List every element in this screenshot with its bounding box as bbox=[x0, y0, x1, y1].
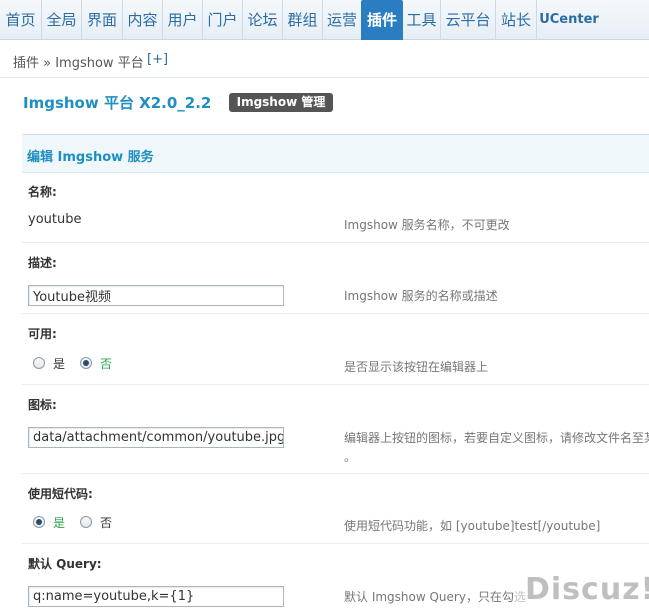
nav-groups[interactable]: 群组 bbox=[283, 0, 323, 40]
nav-cloud[interactable]: 云平台 bbox=[441, 0, 496, 40]
nav-global[interactable]: 全局 bbox=[42, 0, 82, 40]
nav-tools[interactable]: 工具 bbox=[403, 0, 441, 40]
divider bbox=[22, 242, 649, 243]
nav-webmaster[interactable]: 站长 bbox=[496, 0, 537, 40]
shortcode-no-radio[interactable] bbox=[80, 516, 92, 528]
enabled-no-radio[interactable] bbox=[80, 357, 92, 369]
shortcode-desc: 使用短代码功能，如 [youtube]test[/youtube] bbox=[344, 519, 601, 533]
divider bbox=[22, 473, 649, 474]
shortcode-yes-label[interactable]: 是 bbox=[53, 514, 65, 531]
description-desc: Imgshow 服务的名称或描述 bbox=[344, 289, 498, 303]
icon-desc: 编辑器上按钮的图标，若要自定义图标，请修改文件名至某 bbox=[344, 431, 649, 445]
add-shortcut-link[interactable]: [+] bbox=[147, 52, 168, 67]
icon-label: 图标: bbox=[28, 398, 57, 412]
page-title: Imgshow 平台 X2.0_2.2 bbox=[23, 94, 212, 112]
enabled-yes-label[interactable]: 是 bbox=[53, 355, 65, 372]
nav-users[interactable]: 用户 bbox=[163, 0, 203, 40]
shortcode-yes-radio[interactable] bbox=[33, 516, 45, 528]
panel-header: 编辑 Imgshow 服务 bbox=[22, 135, 649, 173]
name-desc: Imgshow 服务名称，不可更改 bbox=[344, 218, 510, 232]
description-input[interactable] bbox=[28, 285, 284, 306]
shortcode-no-label[interactable]: 否 bbox=[100, 514, 112, 531]
enabled-label: 可用: bbox=[28, 327, 57, 341]
nav-home[interactable]: 首页 bbox=[0, 0, 42, 40]
enabled-no-label[interactable]: 否 bbox=[100, 355, 112, 372]
divider bbox=[22, 543, 649, 544]
divider bbox=[22, 384, 649, 385]
breadcrumb: 插件 » Imgshow 平台 bbox=[13, 56, 144, 71]
icon-path-input[interactable] bbox=[28, 427, 284, 448]
nav-forum[interactable]: 论坛 bbox=[243, 0, 283, 40]
enabled-yes-radio[interactable] bbox=[33, 357, 45, 369]
nav-portal[interactable]: 门户 bbox=[203, 0, 243, 40]
discuz-watermark: Discuz! bbox=[525, 572, 649, 607]
name-label: 名称: bbox=[28, 185, 57, 199]
nav-plugins[interactable]: 插件 bbox=[361, 0, 403, 40]
description-label: 描述: bbox=[28, 256, 57, 270]
nav-interface[interactable]: 界面 bbox=[82, 0, 123, 40]
query-label: 默认 Query: bbox=[28, 557, 102, 571]
nav-content[interactable]: 内容 bbox=[123, 0, 163, 40]
edit-panel: 编辑 Imgshow 服务 名称: youtube Imgshow 服务名称，不… bbox=[22, 134, 649, 613]
nav-ucenter[interactable]: UCenter bbox=[537, 0, 601, 40]
enabled-desc: 是否显示该按钮在编辑器上 bbox=[344, 360, 489, 374]
icon-desc-cont: 。 bbox=[344, 450, 357, 464]
imgshow-manage-button[interactable]: Imgshow 管理 bbox=[229, 93, 333, 112]
divider bbox=[22, 313, 649, 314]
panel-title: 编辑 Imgshow 服务 bbox=[27, 150, 154, 165]
nav-operations[interactable]: 运营 bbox=[323, 0, 361, 40]
query-input[interactable] bbox=[28, 586, 284, 607]
breadcrumb-bar: 插件 » Imgshow 平台 [+] bbox=[0, 41, 649, 78]
query-desc: 默认 Imgshow Query，只在勾选 bbox=[344, 590, 526, 604]
top-nav: 首页 全局 界面 内容 用户 门户 论坛 群组 运营 插件 工具 云平台 站长 … bbox=[0, 0, 649, 40]
name-value: youtube bbox=[28, 212, 82, 227]
shortcode-label: 使用短代码: bbox=[28, 487, 93, 501]
